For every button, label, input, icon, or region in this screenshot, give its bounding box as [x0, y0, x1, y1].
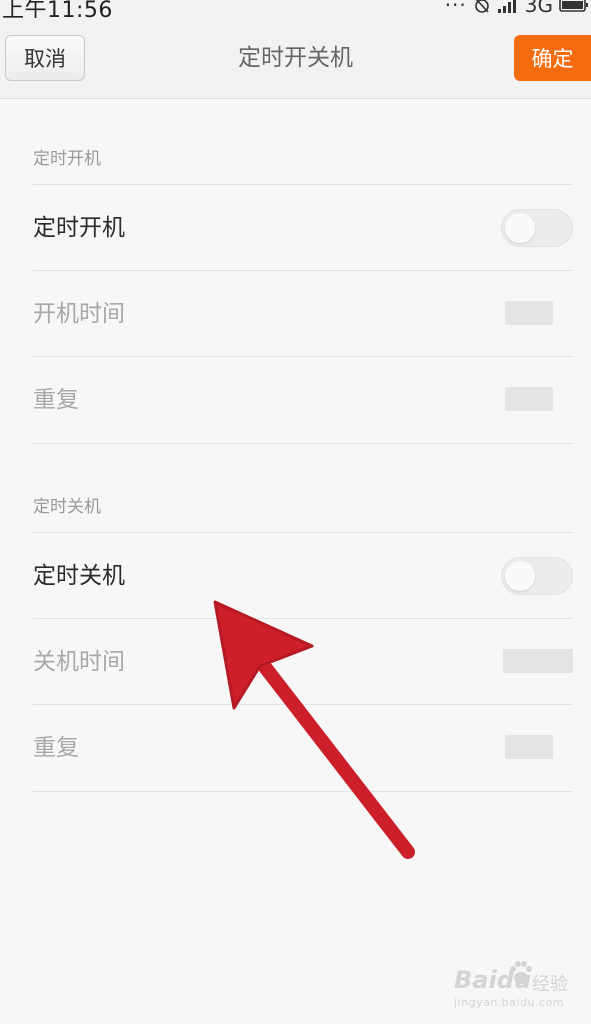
watermark: Baidu 经验 jingyan.baidu.com [446, 958, 586, 1014]
watermark-domain: jingyan.baidu.com [454, 996, 565, 1009]
power-on-time-label: 开机时间 [33, 301, 125, 327]
power-off-toggle-label: 定时关机 [33, 563, 125, 589]
more-dots-icon: ··· [444, 0, 467, 17]
watermark-product: 经验 [532, 974, 568, 995]
alarm-off-icon [474, 0, 489, 13]
power-on-repeat-label: 重复 [33, 387, 79, 413]
switch-knob [505, 561, 535, 591]
status-bar: 上午11:56 ··· 3G [0, 0, 591, 18]
action-bar: 取消 定时开关机 确定 [0, 18, 591, 99]
battery-icon [559, 0, 588, 12]
divider [33, 443, 573, 444]
status-icons: ··· 3G [445, 0, 589, 18]
status-time: 上午11:56 [2, 0, 113, 18]
power-off-repeat-value [505, 735, 553, 759]
power-on-repeat-value [505, 387, 553, 411]
power-on-toggle-label: 定时开机 [33, 215, 125, 241]
power-on-repeat-row[interactable]: 重复 [33, 356, 573, 442]
power-off-time-label: 关机时间 [33, 649, 125, 675]
section-header-power-on: 定时开机 [33, 149, 101, 169]
section-header-power-off: 定时关机 [33, 497, 101, 517]
signal-icon [497, 0, 516, 13]
power-on-toggle-row[interactable]: 定时开机 [33, 184, 573, 270]
power-on-time-value [505, 301, 553, 325]
power-off-repeat-label: 重复 [33, 735, 79, 761]
power-off-switch[interactable] [501, 557, 573, 595]
network-type: 3G [524, 0, 553, 17]
page-title: 定时开关机 [238, 45, 353, 71]
power-off-time-value [503, 649, 573, 673]
confirm-button[interactable]: 确定 [514, 35, 591, 81]
switch-knob [505, 213, 535, 243]
power-on-time-row[interactable]: 开机时间 [33, 270, 573, 356]
power-on-switch[interactable] [501, 209, 573, 247]
annotation-arrow-icon [213, 600, 415, 859]
